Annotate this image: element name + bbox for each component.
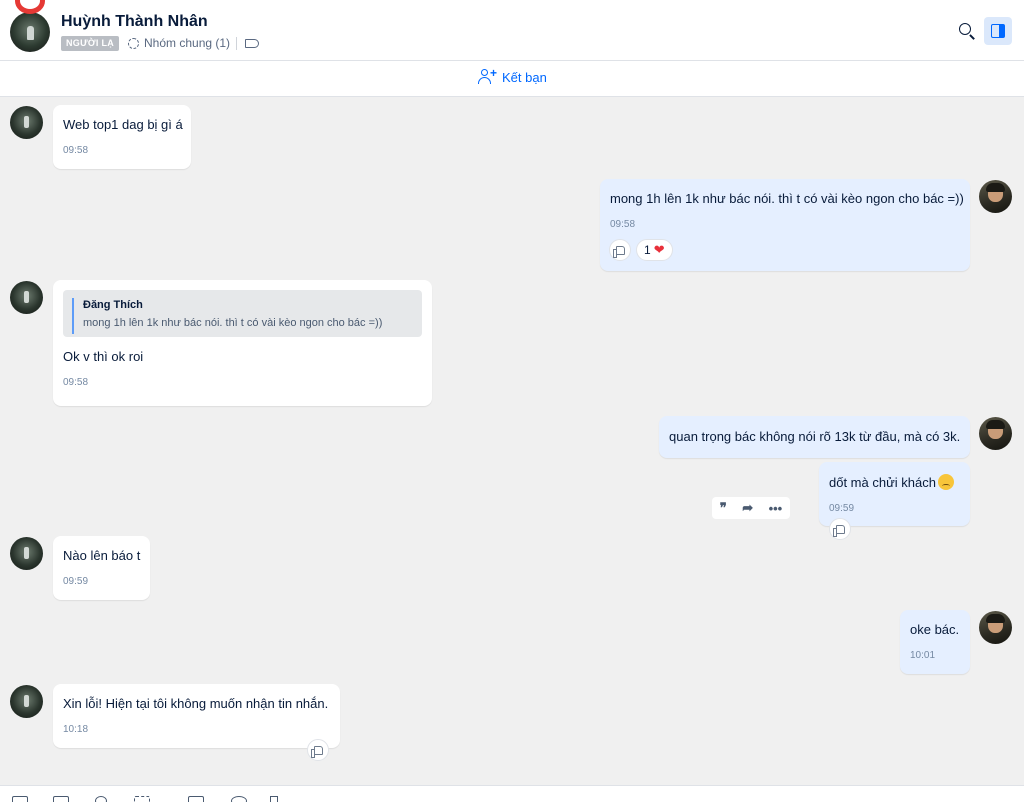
message-bubble[interactable]: dốt mà chửi khách 09:59 (819, 462, 970, 526)
add-friend-button[interactable]: + Kết bạn (478, 67, 547, 85)
message-time: 09:58 (63, 145, 89, 156)
sender-avatar[interactable] (10, 281, 43, 314)
message-time: 09:59 (63, 576, 89, 587)
common-groups-link[interactable]: Nhóm chung (1) (128, 36, 230, 50)
message-text: quan trọng bác không nói rõ 13k từ đầu, … (669, 429, 961, 444)
like-button[interactable] (609, 239, 631, 261)
message-time: 10:01 (910, 650, 936, 661)
thumbs-up-icon (310, 745, 323, 758)
divider (236, 37, 237, 50)
attachment-icon[interactable] (95, 796, 107, 802)
add-friend-label: Kết bạn (502, 69, 547, 85)
contact-name[interactable]: Huỳnh Thành Nhân (61, 13, 208, 31)
group-icon (128, 37, 139, 49)
message-actions: ❞ ➦ ••• (712, 497, 790, 519)
panel-toggle-icon (991, 24, 1005, 38)
message-text: Xin lỗi! Hiện tại tôi không muốn nhận ti… (63, 696, 329, 711)
composer-toolbar (0, 785, 1024, 802)
message-text: Ok v thì ok roi (63, 349, 144, 364)
my-avatar[interactable] (979, 180, 1012, 213)
sad-face-emoji-icon (937, 474, 954, 490)
chat-header: Huỳnh Thành Nhân NGƯỜI LẠ Nhóm chung (1) (0, 0, 1024, 61)
message-list[interactable]: Web top1 dag bị gì á 09:58 mong 1h lên 1… (0, 97, 1024, 785)
quoted-sender: Đăng Thích (83, 299, 143, 311)
sender-avatar[interactable] (10, 685, 43, 718)
message-text: oke bác. (910, 622, 960, 637)
message-bubble[interactable]: Đăng Thích mong 1h lên 1k như bác nói. t… (53, 280, 432, 406)
my-avatar[interactable] (979, 417, 1012, 450)
stranger-badge: NGƯỜI LẠ (61, 36, 120, 51)
add-friend-bar: + Kết bạn (0, 61, 1024, 97)
contact-avatar[interactable] (10, 12, 50, 52)
quoted-message[interactable]: Đăng Thích mong 1h lên 1k như bác nói. t… (63, 290, 422, 337)
message-text: mong 1h lên 1k như bác nói. thì t có vài… (610, 191, 964, 206)
message-text: Nào lên báo t (63, 548, 141, 563)
thumbs-up-icon (612, 245, 625, 258)
message-time: 09:59 (829, 503, 855, 514)
screenshot-icon[interactable] (134, 796, 150, 802)
conversation-info-button[interactable] (984, 17, 1012, 45)
tag-icon[interactable] (245, 39, 259, 48)
common-groups-label: Nhóm chung (1) (144, 36, 231, 50)
message-content: dốt mà chửi khách (829, 474, 960, 491)
search-icon[interactable] (959, 23, 971, 35)
more-icon[interactable]: ••• (769, 501, 783, 516)
thumbs-up-icon (832, 524, 845, 537)
message-time: 10:18 (63, 724, 89, 735)
quoted-text: mong 1h lên 1k như bác nói. thì t có vài… (83, 317, 383, 329)
message-bubble[interactable]: Web top1 dag bị gì á 09:58 (53, 105, 191, 169)
annotation-circle (15, 0, 45, 14)
message-bubble[interactable]: oke bác. 10:01 (900, 610, 970, 674)
reaction-count: 1 (644, 243, 651, 257)
business-card-icon[interactable] (188, 796, 204, 802)
message-time: 09:58 (610, 219, 636, 230)
sticker-icon[interactable] (12, 796, 28, 802)
message-text: Web top1 dag bị gì á (63, 117, 183, 132)
message-time: 09:58 (63, 377, 89, 388)
message-text: dốt mà chửi khách (829, 475, 936, 490)
quote-icon[interactable]: ❞ (720, 500, 727, 516)
like-button[interactable] (307, 739, 329, 761)
format-text-icon[interactable] (270, 796, 278, 802)
forward-icon[interactable]: ➦ (742, 500, 753, 516)
message-bubble[interactable]: Xin lỗi! Hiện tại tôi không muốn nhận ti… (53, 684, 340, 748)
reminder-icon[interactable] (231, 796, 247, 802)
heart-icon: ❤ (653, 242, 665, 257)
sender-avatar[interactable] (10, 106, 43, 139)
add-person-icon: + (478, 67, 497, 85)
sender-avatar[interactable] (10, 537, 43, 570)
reaction-summary[interactable]: 1 ❤ (636, 239, 673, 261)
like-button[interactable] (829, 518, 851, 540)
message-bubble[interactable]: quan trọng bác không nói rõ 13k từ đầu, … (659, 416, 970, 458)
message-bubble[interactable]: Nào lên báo t 09:59 (53, 536, 150, 600)
image-icon[interactable] (53, 796, 69, 802)
my-avatar[interactable] (979, 611, 1012, 644)
